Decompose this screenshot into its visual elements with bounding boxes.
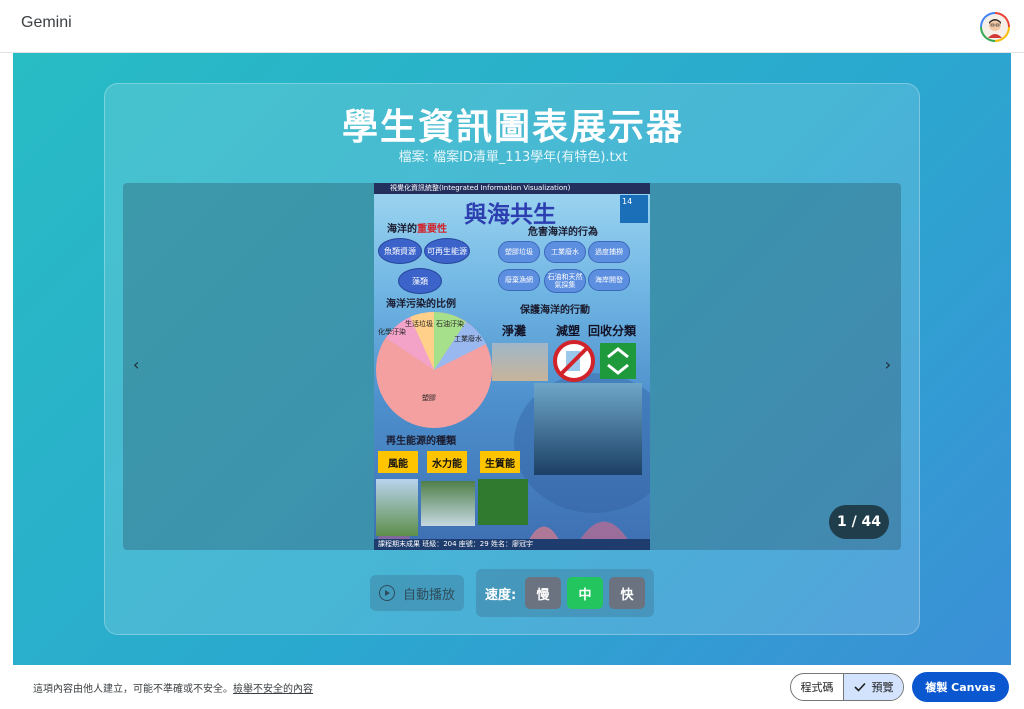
next-arrow-icon[interactable]: › xyxy=(885,355,891,374)
poster-footer: 課程期末成果 班級：204 座號：29 姓名：廖冠宇 xyxy=(374,539,650,550)
hydropower-photo xyxy=(421,481,475,526)
infographic-poster: 視覺化資訊統整(Integrated Information Visualiza… xyxy=(374,183,650,550)
energy-type: 風能 xyxy=(378,451,418,473)
pie-label: 工業廢水 xyxy=(454,335,482,343)
threat-item: 工業廢水 xyxy=(544,241,586,263)
threat-item: 過度捕撈 xyxy=(588,241,630,263)
speed-label: 速度: xyxy=(485,588,517,603)
autoplay-button[interactable]: 自動播放 xyxy=(370,575,464,611)
importance-heading: 海洋的重要性 xyxy=(387,220,447,235)
beach-cleanup-photo xyxy=(492,343,548,381)
page-title: 學生資訊圖表展示器 xyxy=(341,107,684,148)
view-toggle: 程式碼 預覽 xyxy=(790,673,904,701)
pie-label: 石油汙染 xyxy=(436,320,464,328)
threats-heading: 危害海洋的行為 xyxy=(528,227,598,238)
autoplay-label: 自動播放 xyxy=(402,587,455,603)
no-plastic-icon xyxy=(553,340,595,382)
action-label: 減塑 xyxy=(556,324,581,338)
importance-item: 魚類資源 xyxy=(378,238,422,264)
checkmark-icon xyxy=(853,682,866,692)
image-viewer: ‹ 視覺化資訊統整(Integrated Information Visuali… xyxy=(123,183,901,550)
file-label: 檔案: 檔案ID清單_113學年(有特色).txt xyxy=(398,150,628,165)
importance-heading-highlight: 重要性 xyxy=(417,224,447,235)
underwater-photo xyxy=(534,383,642,475)
poster-header: 視覺化資訊統整(Integrated Information Visualiza… xyxy=(374,183,650,194)
threat-item: 石油和天然氣採集 xyxy=(544,269,586,293)
top-bar: Gemini xyxy=(0,0,1024,53)
actions-heading: 保護海洋的行動 xyxy=(520,305,590,316)
slide-counter: 1 / 44 xyxy=(829,505,889,539)
energy-heading: 再生能源的種類 xyxy=(386,436,456,447)
recycle-icon xyxy=(600,343,636,379)
threat-item: 塑膠垃圾 xyxy=(498,241,540,263)
bottom-bar: 這項內容由他人建立，可能不準確或不安全。檢舉不安全的內容 程式碼 預覽 複製 C… xyxy=(0,665,1024,709)
report-unsafe-link[interactable]: 檢舉不安全的內容 xyxy=(233,684,313,695)
avatar-face-icon xyxy=(982,14,1008,40)
speed-medium-button[interactable]: 中 xyxy=(567,577,603,609)
speed-fast-button[interactable]: 快 xyxy=(609,577,645,609)
copy-canvas-button[interactable]: 複製 Canvas xyxy=(912,672,1009,702)
importance-item: 可再生能源 xyxy=(424,238,470,264)
sdg-number: 14 xyxy=(622,197,633,206)
importance-heading-prefix: 海洋的 xyxy=(387,224,417,235)
prev-arrow-icon[interactable]: ‹ xyxy=(133,355,139,374)
code-tab[interactable]: 程式碼 xyxy=(791,674,843,700)
pie-label: 塑膠 xyxy=(422,394,436,402)
preview-tab-label: 預覽 xyxy=(871,681,894,694)
threat-item: 廢棄漁網 xyxy=(498,269,540,291)
play-circle-icon xyxy=(378,585,395,601)
action-label: 回收分類 xyxy=(588,324,637,338)
speed-selector: 速度: 慢 中 快 xyxy=(476,569,654,617)
importance-item: 藻類 xyxy=(398,268,442,294)
pie-label: 化學汙染 xyxy=(378,328,406,336)
threat-item: 海岸開發 xyxy=(588,269,630,291)
sdg-badge: 14 xyxy=(620,195,648,223)
canvas-area: 學生資訊圖表展示器 檔案: 檔案ID清單_113學年(有特色).txt ‹ 視覺… xyxy=(13,53,1011,665)
action-label: 淨灘 xyxy=(502,324,527,338)
energy-type: 生質能 xyxy=(480,451,520,473)
energy-type: 水力能 xyxy=(427,451,467,473)
disclaimer: 這項內容由他人建立，可能不準確或不安全。檢舉不安全的內容 xyxy=(33,680,313,695)
preview-tab[interactable]: 預覽 xyxy=(843,674,903,700)
disclaimer-text: 這項內容由他人建立，可能不準確或不安全。 xyxy=(33,684,233,695)
biomass-photo xyxy=(478,479,528,525)
wind-turbine-photo xyxy=(376,479,418,536)
app-title: Gemini xyxy=(21,14,72,31)
speed-slow-button[interactable]: 慢 xyxy=(525,577,561,609)
viewer-card: 學生資訊圖表展示器 檔案: 檔案ID清單_113學年(有特色).txt ‹ 視覺… xyxy=(104,83,920,635)
user-avatar[interactable] xyxy=(980,12,1010,42)
pie-label: 生活垃圾 xyxy=(405,320,433,328)
